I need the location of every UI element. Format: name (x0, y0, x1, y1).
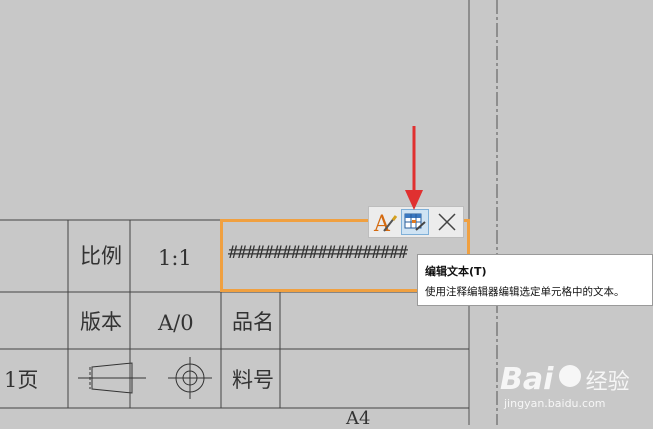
paw-icon (558, 365, 581, 387)
svg-text:A: A (373, 212, 391, 235)
product-name-label: 品名 (232, 310, 274, 334)
annotation-arrow (405, 126, 423, 210)
close-icon (438, 213, 456, 231)
cell-overflow-text[interactable]: #################### (228, 243, 418, 263)
sheet-size-text: A4 (346, 408, 371, 429)
version-label: 版本 (80, 310, 122, 334)
watermark-url: jingyan.baidu.com (504, 397, 606, 410)
tooltip-title: 编辑文本(T) (425, 265, 487, 278)
watermark-brand: Bai (500, 362, 554, 397)
page-label: 1页 (4, 368, 39, 392)
watermark: Bai 经验 jingyan.baidu.com (500, 362, 630, 410)
watermark-brand-suffix: 经验 (585, 370, 630, 395)
text-style-button[interactable]: A (371, 209, 399, 237)
part-number-label: 料号 (232, 368, 274, 392)
tooltip: 编辑文本(T) 使用注释编辑器编辑选定单元格中的文本。 (417, 254, 653, 306)
A-brush-icon: A (373, 212, 398, 237)
tooltip-description: 使用注释编辑器编辑选定单元格中的文本。 (425, 286, 625, 298)
close-button[interactable] (433, 209, 461, 235)
scale-label: 比例 (80, 244, 122, 268)
projection-symbol-icon (78, 357, 212, 399)
version-value: A/0 (158, 311, 194, 335)
scale-value: 1:1 (158, 246, 192, 270)
